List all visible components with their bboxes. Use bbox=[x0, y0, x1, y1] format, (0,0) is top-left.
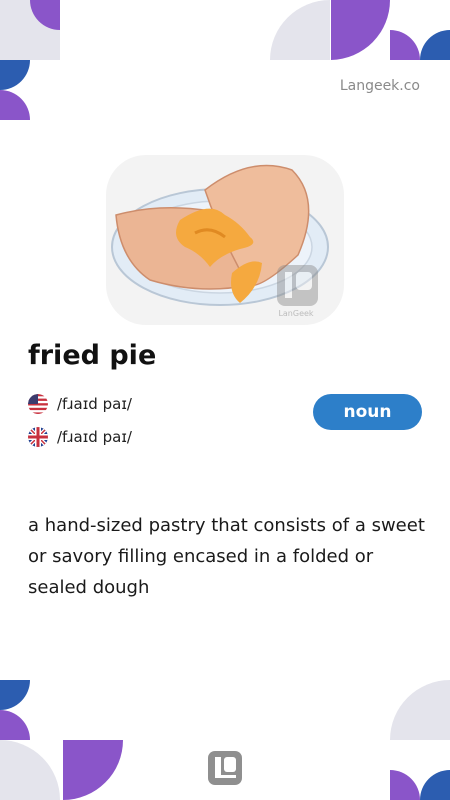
bottom-left-decoration bbox=[0, 680, 123, 800]
langeek-logo-icon[interactable] bbox=[208, 751, 242, 785]
ipa-us: /fɹaɪd paɪ/ bbox=[57, 395, 132, 413]
part-of-speech-badge[interactable]: noun bbox=[313, 394, 422, 430]
pronunciation-uk[interactable]: /fɹaɪd paɪ/ bbox=[28, 427, 132, 447]
ipa-uk: /fɹaɪd paɪ/ bbox=[57, 428, 132, 446]
watermark-text: LanGeek bbox=[278, 309, 313, 318]
definition-text: a hand-sized pastry that consists of a s… bbox=[28, 515, 425, 598]
word-title: fried pie bbox=[28, 340, 157, 371]
pronunciation-us[interactable]: /fɹaɪd paɪ/ bbox=[28, 394, 132, 414]
uk-flag-icon[interactable] bbox=[28, 427, 48, 447]
bottom-right-decoration bbox=[390, 680, 450, 800]
site-label[interactable]: Langeek.co bbox=[340, 78, 420, 94]
us-flag-icon[interactable] bbox=[28, 394, 48, 414]
fried-pie-illustration: LanGeek bbox=[106, 155, 344, 325]
top-right-decoration bbox=[270, 0, 450, 60]
watermark-logo bbox=[277, 265, 318, 306]
top-left-decoration bbox=[0, 0, 60, 120]
